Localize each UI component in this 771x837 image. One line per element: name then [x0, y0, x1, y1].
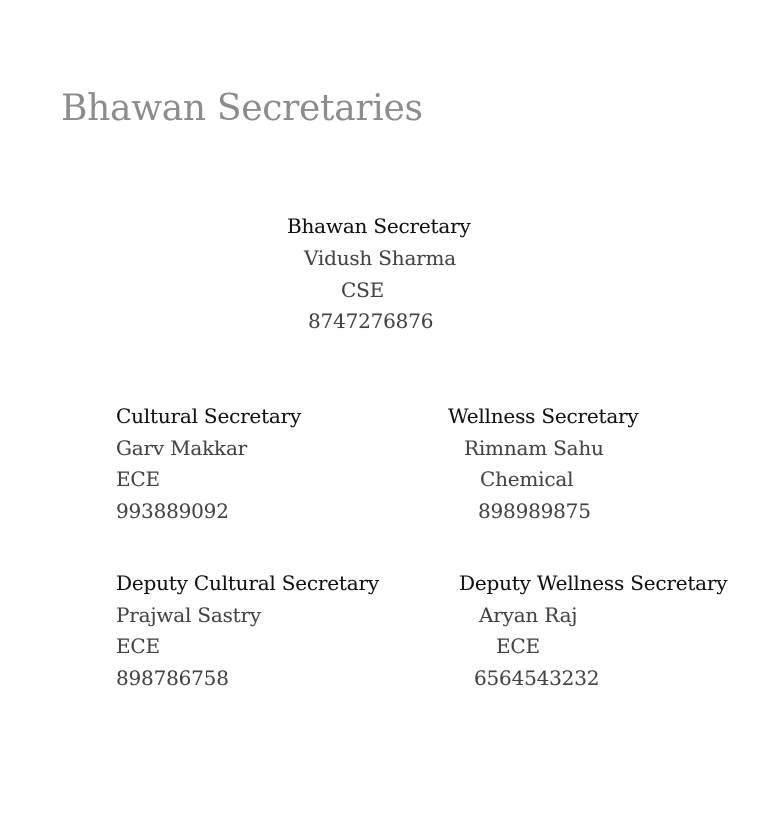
phone-number: 6564543232	[474, 666, 600, 690]
phone-number: 993889092	[116, 499, 229, 523]
phone-number: 8747276876	[308, 309, 434, 333]
branch: ECE	[116, 467, 160, 491]
role-title: Cultural Secretary	[116, 404, 302, 428]
phone-number: 898786758	[116, 666, 229, 690]
branch: ECE	[496, 634, 540, 658]
branch: CSE	[341, 278, 385, 302]
person-name: Prajwal Sastry	[116, 603, 261, 627]
person-name: Aryan Raj	[479, 603, 578, 627]
person-name: Vidush Sharma	[304, 246, 457, 270]
person-name: Garv Makkar	[116, 436, 248, 460]
role-title: Deputy Wellness Secretary	[459, 571, 728, 595]
phone-number: 898989875	[478, 499, 591, 523]
role-title: Wellness Secretary	[448, 404, 639, 428]
page-title: Bhawan Secretaries	[61, 88, 423, 129]
role-title: Deputy Cultural Secretary	[116, 571, 379, 595]
person-name: Rimnam Sahu	[464, 436, 604, 460]
role-title: Bhawan Secretary	[287, 214, 471, 238]
branch: ECE	[116, 634, 160, 658]
branch: Chemical	[480, 467, 574, 491]
